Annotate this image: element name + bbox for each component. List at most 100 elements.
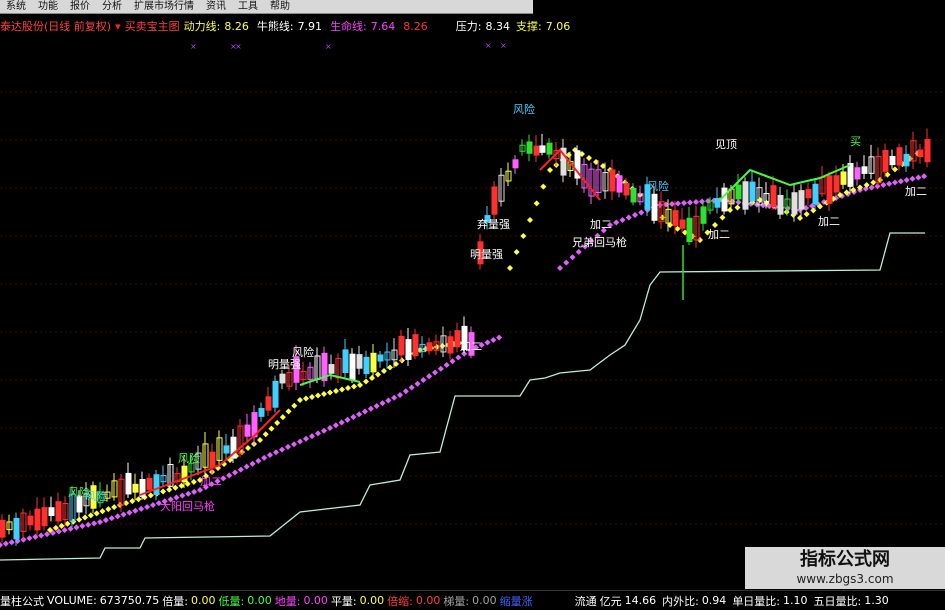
life-line-dot <box>93 510 100 517</box>
menu-tools[interactable]: 工具 <box>232 0 264 13</box>
low-volume-label: 低量: <box>218 594 245 608</box>
candle-body <box>363 356 370 375</box>
bull-bear-dot <box>681 200 687 206</box>
candle-body <box>209 451 216 469</box>
candle-body <box>13 517 20 540</box>
grid-lines <box>0 91 945 525</box>
life-line-dot <box>547 167 553 173</box>
life-line-dot <box>527 217 533 223</box>
volume-indicator-bar: 量柱公式 VOLUME: 673750.75 倍量: 0.00 低量: 0.00… <box>0 590 945 610</box>
candle-body <box>41 507 48 527</box>
menu-system[interactable]: 系统 <box>0 0 32 13</box>
menu-news[interactable]: 资讯 <box>200 0 232 13</box>
candle-body <box>491 186 498 215</box>
life-line-dot <box>279 414 286 421</box>
life-line-dot <box>87 512 94 519</box>
candle-body <box>812 183 819 205</box>
candle-body <box>630 188 637 203</box>
annotation-label: 加二 <box>460 340 482 353</box>
life-line-dot <box>345 385 351 391</box>
bull-bear-dot <box>338 419 345 426</box>
stock-title[interactable]: 泰达股份(日线 前复权) <box>0 18 111 34</box>
bull-bear-dot <box>373 403 380 409</box>
menu-analysis[interactable]: 分析 <box>96 0 128 13</box>
bull-bear-dot <box>367 405 374 412</box>
bull-bear-dot <box>455 354 462 361</box>
menu-help[interactable]: 帮助 <box>264 0 296 13</box>
life-line-dot <box>540 183 547 190</box>
menu-function[interactable]: 功能 <box>32 0 64 13</box>
life-line-dot <box>333 388 339 394</box>
candle-body <box>805 189 812 199</box>
menu-quote[interactable]: 报价 <box>64 0 96 13</box>
candle-body <box>791 192 798 215</box>
price-chart[interactable]: × ×× × × × 风险风险加二大阳回马枪明量强风险 加二风险弃量强明量强风险加二兄弟回… <box>0 36 945 588</box>
life-line-dot <box>803 211 810 218</box>
bull-bear-dot <box>909 175 916 182</box>
candle-body <box>279 373 286 384</box>
candle-body <box>342 349 349 373</box>
life-line-dot <box>586 155 592 161</box>
candle-body <box>623 183 630 196</box>
annotation-label: 风险 <box>178 451 200 465</box>
bull-bear-dot <box>625 214 632 221</box>
life-line-dot <box>507 265 513 271</box>
candle-body <box>48 507 55 517</box>
bull-bear-dot <box>102 517 109 524</box>
life-line-dot <box>99 508 106 515</box>
bull-bear-dot <box>179 492 186 499</box>
candle-body <box>651 193 658 221</box>
life-line-dot <box>719 214 726 221</box>
candle-body <box>34 508 41 531</box>
indicator-name[interactable]: 量柱公式 <box>0 593 44 609</box>
candle-body <box>377 354 384 362</box>
bull-bear-dot <box>309 433 315 440</box>
candle-body <box>840 171 847 185</box>
ladder-volume-value: 0.00 <box>472 594 497 607</box>
formula-name[interactable]: 买卖宝主图 <box>125 18 180 34</box>
bull-bear-dot <box>67 525 74 532</box>
life-line-dot <box>797 215 803 221</box>
volume-value: 673750.75 <box>99 594 160 607</box>
candle-body <box>328 364 335 374</box>
bull-bear-dot <box>669 201 675 207</box>
bull-bear-dot <box>402 388 409 395</box>
life-line-dot <box>734 204 741 211</box>
candle-body <box>700 206 707 224</box>
bull-bear-dot <box>638 209 645 216</box>
bull-bear-dot <box>108 515 115 522</box>
candle-body <box>714 198 721 208</box>
candle-body <box>349 353 356 381</box>
candle-body <box>616 175 623 193</box>
flat-volume-label: 平量: <box>330 594 357 608</box>
candle-body <box>672 210 679 226</box>
bull-bear-dot <box>915 174 922 181</box>
bull-bear-dot <box>557 265 563 271</box>
bull-bear-dot <box>97 519 103 525</box>
candle-body <box>847 163 854 187</box>
bull-bear-dot <box>575 248 582 255</box>
bull-bear-dot <box>886 180 893 187</box>
bull-bear-dot <box>191 488 198 495</box>
bull-bear-dot <box>91 520 98 527</box>
life-line-dot <box>268 425 275 432</box>
bull-bear-dot <box>8 539 15 546</box>
bull-bear-dot <box>144 503 151 510</box>
bull-bear-dot <box>362 408 368 415</box>
annotation-label: 见顶 <box>715 138 737 151</box>
candle-body <box>426 342 433 352</box>
candle-body <box>721 187 728 212</box>
menu-extended-market[interactable]: 扩展市场行情 <box>128 0 200 13</box>
life-line-dot <box>58 522 65 529</box>
candle-body <box>223 445 230 454</box>
life-line-dot <box>82 514 88 521</box>
bull-bear-dot <box>38 532 45 539</box>
life-line-dot <box>262 431 269 438</box>
life-line-dot <box>727 207 733 213</box>
bull-bear-dot <box>0 542 3 548</box>
candle-body <box>896 147 903 166</box>
bull-bear-dot <box>484 339 491 346</box>
candle-body <box>27 515 34 526</box>
support-value: 7.06 <box>545 19 571 33</box>
in-out-ratio-value: 0.94 <box>701 594 727 607</box>
